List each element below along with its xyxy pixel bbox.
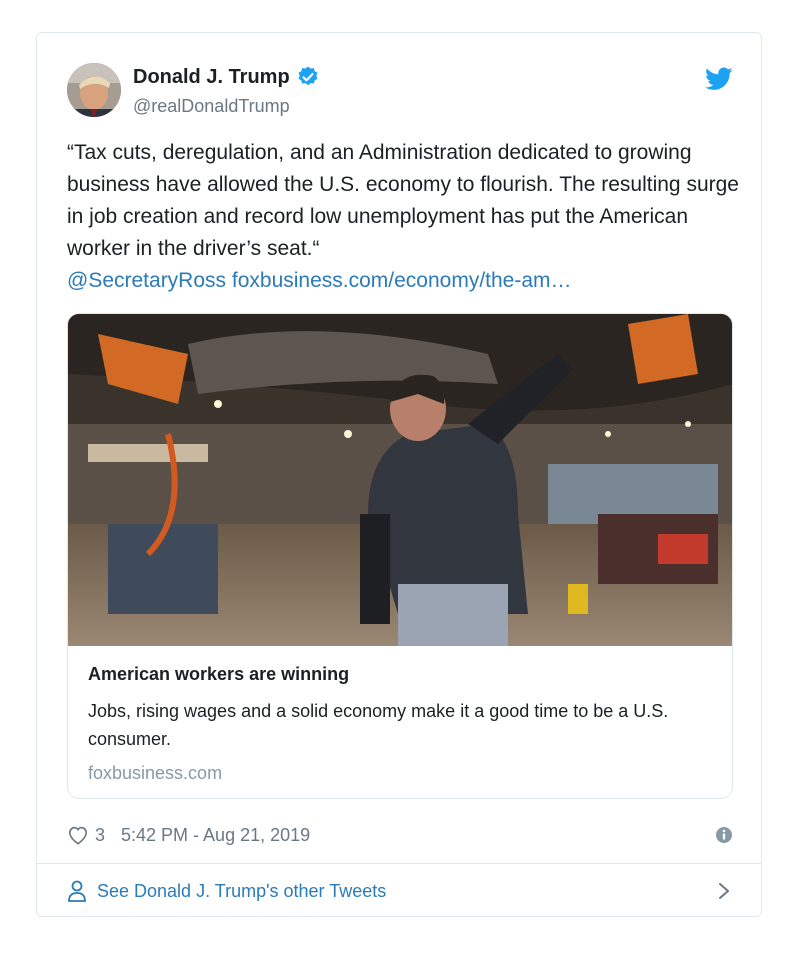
tweet-header: Donald J. Trump @realDonaldTrump [67, 63, 735, 119]
tweet-body: “Tax cuts, deregulation, and an Administ… [67, 141, 739, 260]
chevron-right-icon [719, 883, 729, 899]
see-other-tweets-link[interactable]: See Donald J. Trump's other Tweets [67, 876, 735, 906]
info-icon[interactable] [715, 826, 733, 844]
link-preview-title: American workers are winning [88, 664, 350, 684]
link-preview-domain: foxbusiness.com [88, 763, 223, 783]
see-other-tweets-label: See Donald J. Trump's other Tweets [97, 880, 387, 901]
like-count: 3 [95, 824, 106, 845]
url-link[interactable]: foxbusiness.com/economy/the-am… [232, 269, 572, 292]
tweet-text: “Tax cuts, deregulation, and an Administ… [67, 137, 747, 297]
link-preview-body: American workers are winning Jobs, risin… [88, 664, 708, 784]
heart-icon[interactable] [67, 825, 89, 845]
display-name[interactable]: Donald J. Trump [133, 66, 290, 89]
timestamp[interactable]: 5:42 PM - Aug 21, 2019 [121, 825, 310, 846]
person-icon [68, 880, 86, 902]
name-row: Donald J. Trump [133, 65, 320, 89]
twitter-bird-icon[interactable] [705, 67, 733, 91]
link-preview-card[interactable]: American workers are winning Jobs, risin… [67, 313, 733, 799]
mention-link[interactable]: @SecretaryRoss [67, 269, 226, 292]
link-preview-description: Jobs, rising wages and a solid economy m… [88, 701, 669, 749]
user-handle[interactable]: @realDonaldTrump [133, 96, 290, 117]
tweet-links: @SecretaryRoss foxbusiness.com/economy/t… [67, 265, 747, 297]
footer-divider [37, 863, 761, 864]
tweet-footer: 3 5:42 PM - Aug 21, 2019 [67, 819, 735, 851]
preview-image [68, 314, 732, 646]
verified-badge-icon [298, 66, 318, 86]
avatar[interactable] [67, 63, 121, 117]
tweet-embed-card: Donald J. Trump @realDonaldTrump “Tax cu… [36, 32, 762, 917]
